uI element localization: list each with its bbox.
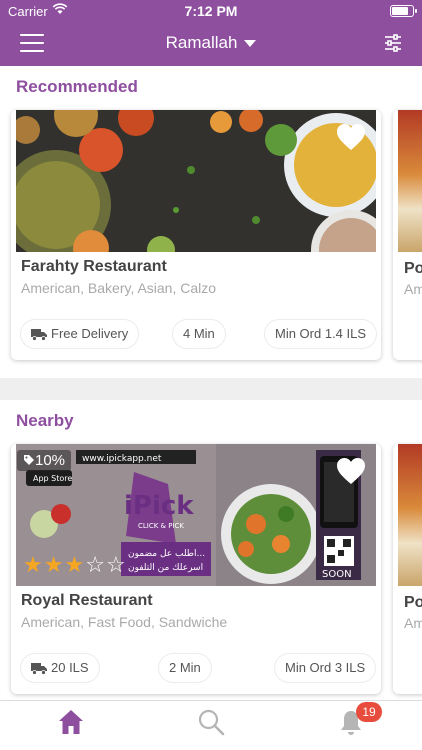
restaurant-card-peek[interactable]: Po Am: [393, 110, 422, 360]
min-order-pill: Min Ord 3 ILS: [275, 654, 376, 682]
ad-store: App Store: [33, 474, 72, 483]
star-icon: ★: [23, 552, 43, 577]
star-icon: ★: [64, 552, 85, 577]
restaurant-categories: Am: [404, 281, 422, 297]
star-icon: ☆: [85, 552, 105, 577]
min-order: Min Ord 3 ILS: [285, 660, 366, 675]
min-order: Min Ord 1.4 ILS: [275, 326, 367, 341]
city-selector[interactable]: Ramallah: [0, 33, 422, 53]
discount-value: 10%: [35, 452, 66, 469]
ad-arabic-line-1: اطلب عل مضمون...: [128, 549, 205, 559]
nearby-section: Nearby www.ipickapp.net App Store iPick …: [0, 400, 422, 700]
restaurant-image: [398, 110, 422, 252]
recommended-section: Recommended Farahty Restaurant American,…: [0, 66, 422, 378]
top-bar: Carrier 7:12 PM Ramallah: [0, 0, 422, 66]
chevron-down-icon: [244, 40, 257, 48]
rating-stars: ★★★☆☆: [23, 552, 127, 578]
time-pill: 2 Min: [159, 654, 211, 682]
heart-icon[interactable]: [335, 456, 367, 486]
ad-soon: SOON: [322, 569, 352, 580]
search-icon[interactable]: [196, 707, 226, 737]
delivery-time: 4 Min: [183, 326, 215, 341]
restaurant-name: Farahty Restaurant: [21, 258, 167, 275]
heart-icon[interactable]: [335, 122, 367, 152]
restaurant-categories: Am: [404, 615, 422, 631]
status-time: 7:12 PM: [184, 3, 238, 19]
notification-badge: 19: [356, 702, 382, 722]
ad-arabic-line-2: اسرعلك من التلفون: [128, 563, 203, 573]
section-title: Nearby: [16, 411, 74, 430]
delivery-time: 2 Min: [169, 660, 201, 675]
restaurant-card-peek[interactable]: Po Am: [393, 444, 422, 694]
filter-icon[interactable]: [384, 34, 402, 52]
time-pill: 4 Min: [173, 320, 225, 348]
restaurant-name: Royal Restaurant: [21, 592, 153, 609]
restaurant-name: Po: [404, 260, 422, 277]
section-title: Recommended: [16, 77, 138, 96]
restaurant-categories: American, Fast Food, Sandwiche: [21, 614, 228, 630]
tag-icon: [24, 455, 34, 465]
delivery-fee: 20 ILS: [51, 660, 89, 675]
restaurant-categories: American, Bakery, Asian, Calzo: [21, 280, 217, 296]
truck-icon: [31, 329, 47, 341]
ad-url: www.ipickapp.net: [82, 454, 162, 464]
restaurant-image: [16, 110, 376, 252]
star-icon: ☆: [105, 552, 126, 577]
delivery-pill: Free Delivery: [21, 320, 139, 348]
home-icon[interactable]: [56, 707, 86, 737]
ad-tagline: CLICK & PICK: [138, 522, 184, 530]
star-icon: ★: [43, 552, 64, 577]
min-order-pill: Min Ord 1.4 ILS: [265, 320, 377, 348]
restaurant-name: Po: [404, 594, 422, 611]
delivery-pill: 20 ILS: [21, 654, 99, 682]
restaurant-card[interactable]: Farahty Restaurant American, Bakery, Asi…: [11, 110, 381, 360]
truck-icon: [31, 663, 47, 675]
discount-badge: 10%: [17, 450, 72, 471]
city-label: Ramallah: [165, 33, 238, 52]
status-bar: Carrier 7:12 PM: [0, 0, 422, 22]
ad-brand: iPick: [124, 491, 194, 521]
battery-icon: [390, 5, 417, 17]
restaurant-image: [398, 444, 422, 586]
restaurant-card[interactable]: www.ipickapp.net App Store iPick CLICK &…: [11, 444, 381, 694]
delivery-label: Free Delivery: [51, 326, 129, 341]
